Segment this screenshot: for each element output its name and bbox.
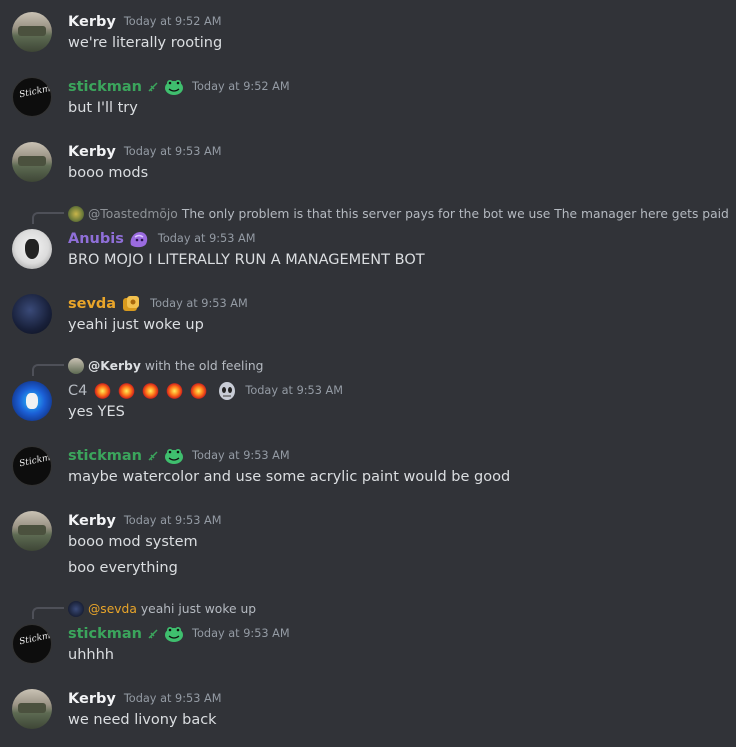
message: @Toastedmōjo The only problem is that th… xyxy=(0,205,736,275)
leaf-icon xyxy=(146,449,160,463)
reply-avatar xyxy=(68,206,84,222)
message: Kerby Today at 9:53 AM booo mods xyxy=(0,140,736,190)
message-text: booo mod system xyxy=(68,534,198,550)
author-name[interactable]: stickman xyxy=(68,77,142,97)
reply-text: with the old feeling xyxy=(144,359,264,373)
reply-preview[interactable]: @sevda yeahi just woke up xyxy=(68,601,256,617)
mask-icon xyxy=(217,381,237,401)
avatar[interactable] xyxy=(12,229,52,269)
message-text: we need livony back xyxy=(68,712,217,728)
message: @Kerby with the old feeling C4 Today at … xyxy=(0,357,736,427)
frog-icon xyxy=(164,625,184,643)
reply-avatar xyxy=(68,358,84,374)
reply-spine xyxy=(32,607,64,619)
leaf-icon xyxy=(146,627,160,641)
timestamp: Today at 9:53 AM xyxy=(192,627,290,640)
avatar[interactable] xyxy=(12,381,52,421)
message: Kerby Today at 9:53 AM booo mod system b… xyxy=(0,509,736,585)
author-name[interactable]: Kerby xyxy=(68,12,116,32)
avatar-label: Stickman xyxy=(18,628,52,648)
avatar-label: Stickman xyxy=(18,450,52,470)
message-text: uhhhh xyxy=(68,647,114,663)
purple-blob-icon xyxy=(128,229,150,249)
reply-avatar xyxy=(68,601,84,617)
author-name[interactable]: stickman xyxy=(68,446,142,466)
timestamp: Today at 9:52 AM xyxy=(192,80,290,93)
message-text: booo mods xyxy=(68,165,149,181)
collision-icon xyxy=(117,383,137,399)
reply-text: The only problem is that this server pay… xyxy=(181,207,729,221)
collision-icon xyxy=(189,383,209,399)
timestamp: Today at 9:53 AM xyxy=(123,514,222,527)
timestamp: Today at 9:53 AM xyxy=(123,145,222,158)
author-name[interactable]: sevda xyxy=(68,294,116,314)
reply-preview[interactable]: @Kerby with the old feeling xyxy=(68,358,263,374)
avatar[interactable] xyxy=(12,689,52,729)
timestamp: Today at 9:52 AM xyxy=(123,15,222,28)
message: @sevda yeahi just woke up Stickman stick… xyxy=(0,600,736,670)
message-text: we're literally rooting xyxy=(68,35,223,51)
avatar[interactable] xyxy=(12,142,52,182)
timestamp: Today at 9:53 AM xyxy=(157,232,256,245)
reply-author[interactable]: @Kerby xyxy=(88,358,141,374)
avatar[interactable]: Stickman xyxy=(12,624,52,664)
leaf-icon xyxy=(146,80,160,94)
reply-text: yeahi just woke up xyxy=(140,602,257,616)
message-text: yes YES xyxy=(68,404,125,420)
author-name[interactable]: Kerby xyxy=(68,142,116,162)
author-name[interactable]: Kerby xyxy=(68,511,116,531)
avatar[interactable] xyxy=(12,511,52,551)
message-text: but I'll try xyxy=(68,100,138,116)
avatar[interactable] xyxy=(12,294,52,334)
avatar[interactable]: Stickman xyxy=(12,446,52,486)
author-name[interactable]: Kerby xyxy=(68,689,116,709)
timestamp: Today at 9:53 AM xyxy=(150,297,248,310)
avatar[interactable] xyxy=(12,12,52,52)
message: Kerby Today at 9:52 AM we're literally r… xyxy=(0,10,736,60)
timestamp: Today at 9:53 AM xyxy=(245,384,343,397)
collision-icon xyxy=(93,383,113,399)
frog-icon xyxy=(164,447,184,465)
author-name[interactable]: C4 xyxy=(68,381,87,401)
message: Kerby Today at 9:53 AM we need livony ba… xyxy=(0,687,736,737)
message-text: yeahi just woke up xyxy=(68,317,204,333)
avatar-label: Stickman xyxy=(18,81,52,101)
reply-spine xyxy=(32,364,64,376)
frog-icon xyxy=(164,78,184,96)
reply-author[interactable]: @Toastedmōjo xyxy=(88,206,178,222)
reply-preview[interactable]: @Toastedmōjo The only problem is that th… xyxy=(68,206,729,222)
message-text: boo everything xyxy=(68,560,178,576)
message: sevda Today at 9:53 AM yeahi just woke u… xyxy=(0,292,736,342)
message: Stickman stickman Today at 9:52 AM but I… xyxy=(0,75,736,125)
reply-author[interactable]: @sevda xyxy=(88,601,137,617)
author-name[interactable]: stickman xyxy=(68,624,142,644)
timestamp: Today at 9:53 AM xyxy=(192,449,290,462)
author-name[interactable]: Anubis xyxy=(68,229,124,249)
message-text: BRO MOJO I LITERALLY RUN A MANAGEMENT BO… xyxy=(68,252,425,268)
message-text: maybe watercolor and use some acrylic pa… xyxy=(68,469,511,485)
gold-badge-icon xyxy=(120,294,142,314)
collision-icon xyxy=(141,383,161,399)
message: Stickman stickman Today at 9:53 AM maybe… xyxy=(0,444,736,494)
collision-icon xyxy=(165,383,185,399)
timestamp: Today at 9:53 AM xyxy=(123,692,222,705)
avatar[interactable]: Stickman xyxy=(12,77,52,117)
reply-spine xyxy=(32,212,64,224)
